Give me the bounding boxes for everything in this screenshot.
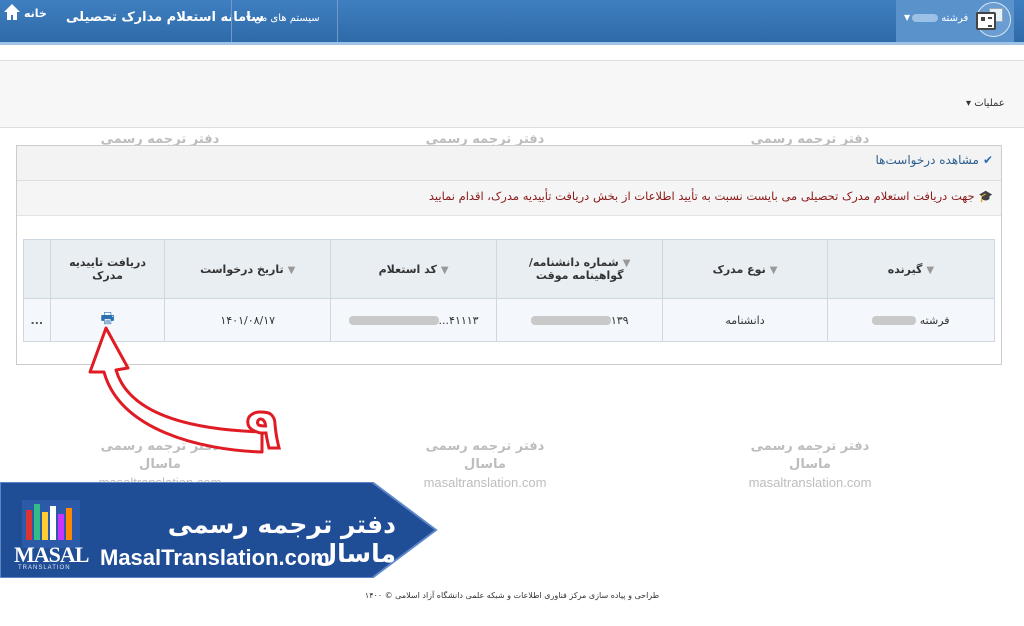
- table-header-row: ▼گیرنده ▼نوع مدرک ▼شماره دانشنامه/گواهین…: [23, 239, 996, 299]
- filter-icon[interactable]: ▼: [926, 265, 934, 276]
- blurred-text: [348, 316, 439, 325]
- caret-down-icon: ▾: [966, 98, 972, 109]
- column-header-doc-type[interactable]: ▼نوع مدرک: [662, 239, 828, 299]
- notice-text: جهت دریافت استعلام مدرک تحصیلی می بایست …: [428, 189, 975, 203]
- cell-request-date: ۱۴۰۱/۰۸/۱۷: [164, 298, 331, 342]
- print-icon[interactable]: 🖶: [100, 308, 114, 333]
- blurred-surname: [912, 14, 938, 22]
- home-icon[interactable]: [2, 2, 22, 22]
- user-menu[interactable]: ▼ فرشته: [896, 0, 1014, 42]
- requests-table: ▼گیرنده ▼نوع مدرک ▼شماره دانشنامه/گواهین…: [23, 239, 996, 342]
- top-navigation-bar: خانه سامانه استعلام مدارک تحصیلی ▾ سیستم…: [0, 0, 1024, 45]
- topbar-divider: [337, 0, 338, 42]
- column-header-cert-number[interactable]: ▼شماره دانشنامه/گواهینامه موقت: [496, 239, 664, 299]
- topbar-divider: [231, 0, 232, 42]
- filter-icon[interactable]: ▼: [770, 265, 778, 276]
- filter-icon[interactable]: ▼: [623, 258, 631, 269]
- operations-icon[interactable]: [976, 12, 996, 30]
- user-name: فرشته: [910, 13, 968, 24]
- notice-message: 🎓جهت دریافت استعلام مدرک تحصیلی می بایست…: [17, 181, 1001, 216]
- cell-inquiry-code: ۴۱۱۱۳...: [329, 298, 498, 342]
- panel-title: ✔مشاهده درخواست‌ها: [875, 153, 994, 167]
- checkmark-icon: ✔: [982, 153, 993, 167]
- my-systems-label: سیستم های من: [254, 13, 320, 24]
- column-header-actions: [23, 239, 51, 299]
- step-number: ۹: [246, 397, 280, 462]
- my-systems-menu[interactable]: ▾ سیستم های من: [246, 13, 320, 24]
- cell-cert-number: ۱۳۹: [496, 298, 664, 342]
- graduation-cap-icon: 🎓: [978, 189, 993, 203]
- footer-copyright: طراحی و پیاده سازی مرکز فناوری اطلاعات و…: [364, 591, 660, 600]
- home-link[interactable]: خانه: [24, 7, 47, 20]
- banner-website: MasalTranslation.com: [100, 545, 330, 570]
- logo-subtext: TRANSLATION: [18, 565, 71, 571]
- app-title: سامانه استعلام مدارک تحصیلی: [66, 10, 264, 25]
- filter-icon[interactable]: ▼: [441, 265, 449, 276]
- panel-header: ✔مشاهده درخواست‌ها: [17, 146, 1001, 181]
- cell-get-confirmation: 🖶: [49, 298, 166, 342]
- row-more-button[interactable]: ...: [23, 298, 51, 342]
- table-row: فرشته دانشنامه ۱۳۹ ۴۱۱۱۳... ۱۴۰۱/۰۸/۱۷ 🖶…: [23, 298, 996, 342]
- column-header-inquiry-code[interactable]: ▼کد استعلام: [329, 239, 498, 299]
- column-header-recipient[interactable]: ▼گیرنده: [826, 239, 996, 299]
- operations-toolbar: [0, 60, 1024, 128]
- watermark: دفتر ترجمه رسمی ماسالmasaltranslation.co…: [748, 439, 872, 490]
- column-header-request-date[interactable]: ▼تاریخ درخواست: [164, 239, 331, 299]
- operations-menu[interactable]: عملیات ▾: [966, 98, 1005, 109]
- blurred-text: [530, 316, 611, 325]
- cell-recipient: فرشته: [826, 298, 996, 342]
- requests-panel: ✔مشاهده درخواست‌ها 🎓جهت دریافت استعلام م…: [16, 145, 1002, 365]
- column-header-get-confirmation: دریافت تاییدیه مدرک: [49, 239, 166, 299]
- filter-icon[interactable]: ▼: [288, 265, 296, 276]
- blurred-text: [872, 316, 917, 325]
- cell-doc-type: دانشنامه: [662, 298, 828, 342]
- chevron-down-icon: ▾: [246, 13, 252, 24]
